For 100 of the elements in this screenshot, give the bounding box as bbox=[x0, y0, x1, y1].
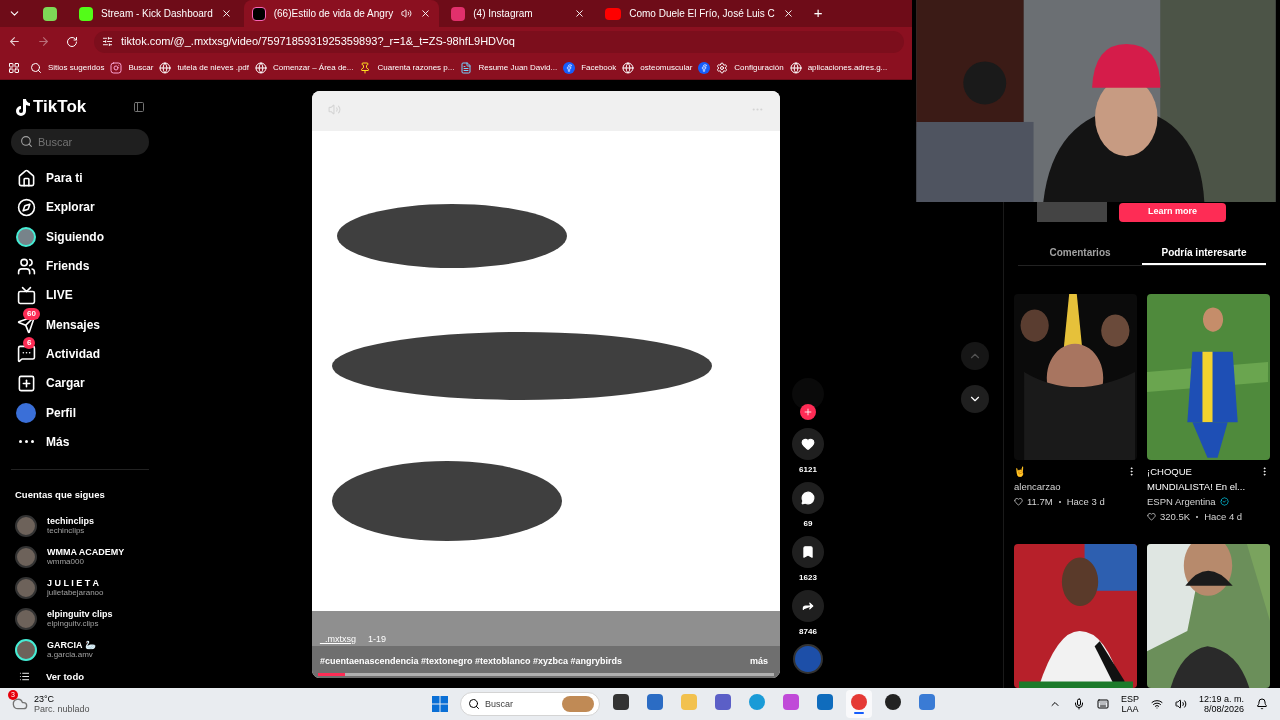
account-name: GARCIA 🦢 bbox=[47, 640, 96, 651]
instagram-icon bbox=[110, 61, 123, 74]
search-highlight-icon bbox=[562, 696, 594, 712]
nav-item[interactable]: 6 Actividad bbox=[11, 339, 149, 369]
nav-item[interactable]: Friends bbox=[11, 251, 149, 281]
nav-item[interactable]: LIVE bbox=[11, 280, 149, 310]
bookmark[interactable]: Configuración bbox=[716, 61, 784, 74]
action-count: 1623 bbox=[799, 572, 817, 584]
apps-icon[interactable] bbox=[8, 61, 20, 74]
keyboard-icon[interactable] bbox=[1096, 698, 1109, 710]
avatar bbox=[16, 402, 36, 423]
bookmark[interactable]: Sitios sugeridos bbox=[30, 61, 105, 74]
comment-icon bbox=[801, 491, 815, 505]
follow-button[interactable] bbox=[800, 404, 816, 420]
action-button[interactable] bbox=[792, 536, 824, 568]
post-time: Hace 3 d bbox=[1066, 495, 1105, 509]
microphone-icon[interactable] bbox=[1072, 698, 1085, 710]
address-bar[interactable]: tiktok.com/@_.mxtxsg/video/7597185931925359893?_r=1&_t=ZS-98hfL9HDVoq bbox=[94, 30, 904, 53]
author-name[interactable]: ESPN Argentina bbox=[1147, 494, 1216, 509]
account-item[interactable]: techinclips techinclips bbox=[11, 510, 149, 542]
see-all-link[interactable]: Ver todo bbox=[11, 669, 149, 684]
speaker-icon[interactable] bbox=[401, 8, 413, 19]
nav-item[interactable]: Siguiendo bbox=[11, 222, 149, 252]
nav-item[interactable]: Cargar bbox=[11, 368, 149, 398]
settings-icon bbox=[716, 61, 729, 74]
globe-icon bbox=[159, 61, 172, 74]
nav-item[interactable]: Para ti bbox=[11, 163, 149, 193]
windows-start-icon[interactable] bbox=[432, 696, 448, 712]
account-item[interactable]: WMMA ACADEMY wmma000 bbox=[11, 541, 149, 573]
action-count: 69 bbox=[803, 518, 813, 530]
bookmark[interactable]: Facebook bbox=[563, 61, 617, 74]
weather-icon[interactable] bbox=[12, 696, 28, 712]
wifi-icon[interactable] bbox=[1150, 698, 1163, 710]
account-item[interactable]: GARCIA 🦢 a.garcia.amv bbox=[11, 634, 149, 666]
next-button[interactable] bbox=[960, 385, 989, 413]
bookmark[interactable]: osteomuscular bbox=[622, 61, 693, 74]
account-item[interactable]: J U L I E T A julietabejaranoo bbox=[11, 572, 149, 604]
bookmark[interactable]: Resume Juan David... bbox=[460, 61, 558, 74]
language-indicator[interactable]: ESP LAA bbox=[1120, 694, 1139, 714]
browser-tab[interactable]: (66)Estilo de vida de Angry bbox=[243, 0, 440, 27]
reload-icon[interactable] bbox=[66, 35, 78, 48]
action-button[interactable] bbox=[792, 482, 824, 514]
back-icon[interactable] bbox=[8, 35, 21, 48]
search-icon bbox=[20, 134, 33, 148]
account-name: J U L I E T A bbox=[47, 578, 100, 589]
clock[interactable]: 12:19 a. m. 8/08/2026 bbox=[1198, 694, 1244, 714]
action-button[interactable] bbox=[792, 428, 824, 460]
bookmark[interactable]: Comenzar – Área de... bbox=[255, 61, 354, 74]
bookmark[interactable] bbox=[698, 61, 711, 74]
heart-icon bbox=[1147, 512, 1156, 521]
new-tab-button[interactable]: + bbox=[805, 2, 831, 25]
heart-icon bbox=[801, 437, 815, 451]
compass-icon bbox=[16, 197, 36, 217]
browser-tab[interactable]: (4) Instagram bbox=[443, 0, 594, 27]
video-title[interactable]: 🤘 bbox=[1014, 464, 1026, 479]
site-info-icon[interactable] bbox=[102, 36, 113, 47]
search-icon bbox=[468, 698, 480, 710]
collapse-icon[interactable] bbox=[133, 100, 145, 113]
close-icon[interactable] bbox=[420, 8, 432, 19]
count-badge: 6 bbox=[23, 336, 36, 349]
url-text: tiktok.com/@_.mxtxsg/video/7597185931925359893?_r=1&_t=ZS-98hfL9HDVoq bbox=[121, 34, 515, 50]
bookmark[interactable]: Cuarenta razones p... bbox=[359, 61, 455, 74]
home-icon bbox=[16, 168, 36, 188]
close-icon[interactable] bbox=[782, 8, 794, 19]
learn-more-button[interactable]: Learn more bbox=[1119, 202, 1226, 222]
bookmark-icon bbox=[801, 545, 815, 559]
weather-condition: Parc. nublado bbox=[34, 704, 90, 714]
progress-track[interactable] bbox=[318, 673, 774, 676]
nav-item[interactable]: Perfil bbox=[11, 397, 149, 428]
search-icon bbox=[30, 61, 42, 74]
plus-icon bbox=[803, 407, 813, 417]
bookmark[interactable]: tutela de nieves .pdf bbox=[159, 61, 249, 74]
avatar[interactable] bbox=[792, 378, 824, 410]
close-icon[interactable] bbox=[220, 8, 232, 19]
video-title[interactable]: ¡CHOQUE MUNDIALISTA! En el... bbox=[1147, 464, 1259, 494]
action-count: 8746 bbox=[799, 626, 817, 638]
volume-icon[interactable] bbox=[1174, 698, 1187, 710]
action-count: 6121 bbox=[799, 464, 817, 476]
account-handle: elpinguitv.clips bbox=[47, 619, 100, 630]
bookmark[interactable]: aplicaciones.adres.g... bbox=[789, 61, 888, 74]
bookmark[interactable]: Buscar bbox=[110, 61, 154, 74]
notification-icon[interactable] bbox=[1256, 698, 1268, 710]
account-name: elpinguitv clips bbox=[47, 609, 113, 620]
more-link[interactable]: más bbox=[750, 654, 768, 668]
post-time: Hace 4 d bbox=[1204, 510, 1243, 524]
account-handle: techinclips bbox=[47, 526, 86, 537]
nav-item[interactable]: Más bbox=[11, 427, 149, 457]
browser-tab[interactable]: Stream - Kick Dashboard bbox=[71, 0, 240, 27]
account-item[interactable]: elpinguitv clips elpinguitv.clips bbox=[11, 603, 149, 635]
panel-tab[interactable]: Podría interesarte bbox=[1142, 241, 1266, 265]
close-icon[interactable] bbox=[574, 8, 586, 19]
author-name[interactable]: alencarzao bbox=[1014, 479, 1061, 494]
panel-tab[interactable]: Comentarios bbox=[1018, 241, 1142, 265]
nav-item[interactable]: Explorar bbox=[11, 192, 149, 223]
tiktok-logo[interactable]: TikTok bbox=[15, 94, 87, 120]
search-field[interactable]: Buscar bbox=[11, 128, 149, 155]
action-button[interactable] bbox=[792, 590, 824, 622]
globe-icon bbox=[622, 61, 635, 74]
browser-tab[interactable]: Como Duele El Frío, José Luis C bbox=[597, 0, 802, 27]
hashtags: #cuentaenascendencia #textonegro #textoblanco #xyzbca #angrybirds bbox=[320, 654, 623, 668]
